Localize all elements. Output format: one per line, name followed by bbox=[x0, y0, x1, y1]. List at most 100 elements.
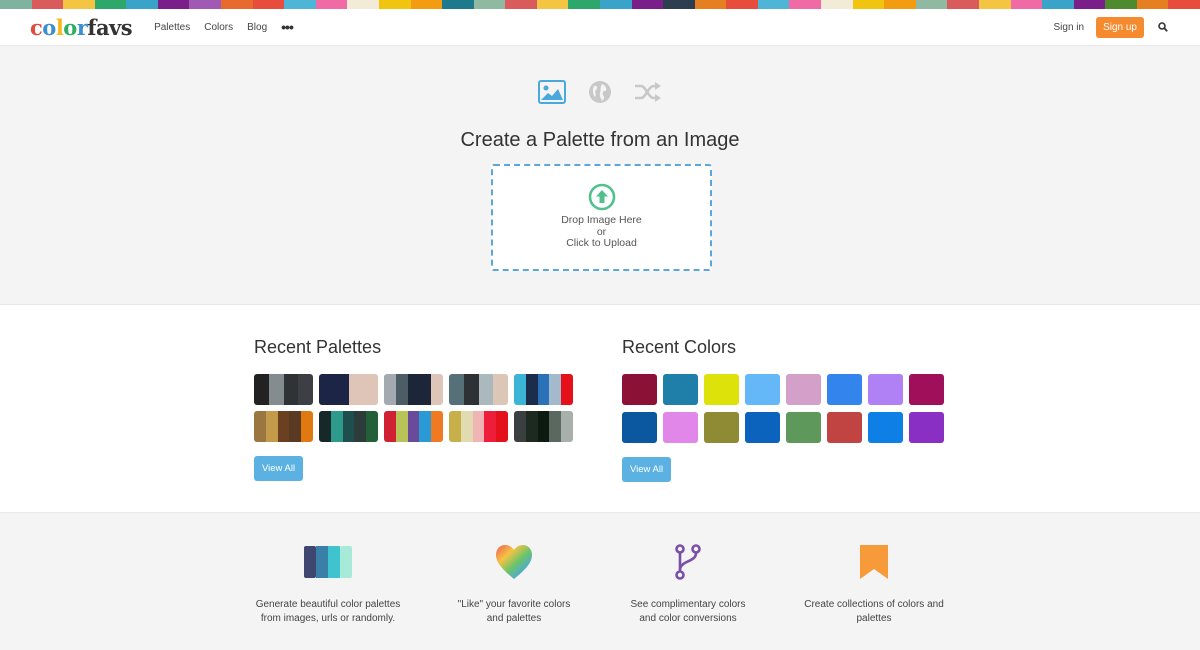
recent-colors: Recent Colors View All bbox=[622, 337, 944, 482]
stripe-segment bbox=[1073, 0, 1106, 9]
palette-card[interactable] bbox=[319, 374, 378, 405]
logo-letter: o bbox=[63, 14, 77, 40]
feature-complimentary: See complimentary colors and color conve… bbox=[608, 544, 768, 625]
globe-icon[interactable] bbox=[586, 78, 614, 106]
palette-color-segment bbox=[514, 411, 526, 442]
view-all-colors-button[interactable]: View All bbox=[622, 457, 672, 482]
palette-card[interactable] bbox=[514, 411, 573, 442]
palette-card[interactable] bbox=[384, 374, 443, 405]
stripe-segment bbox=[852, 0, 885, 9]
color-swatch[interactable] bbox=[704, 374, 739, 405]
recent-colors-title: Recent Colors bbox=[622, 337, 737, 357]
palette-color-segment bbox=[460, 411, 473, 442]
color-swatch[interactable] bbox=[704, 412, 739, 443]
more-menu-icon[interactable]: ••• bbox=[281, 19, 294, 35]
color-swatch[interactable] bbox=[909, 412, 944, 443]
sign-in-link[interactable]: Sign in bbox=[1054, 22, 1085, 33]
stripe-segment bbox=[915, 0, 948, 9]
feature-like: "Like" your favorite colors and palettes bbox=[434, 544, 594, 625]
logo-letter: f bbox=[87, 14, 96, 40]
palette-card[interactable] bbox=[254, 411, 313, 442]
color-swatch[interactable] bbox=[827, 412, 862, 443]
palette-card[interactable] bbox=[449, 374, 508, 405]
sign-up-button[interactable]: Sign up bbox=[1096, 16, 1144, 38]
feature-generate: Generate beautiful color palettes from i… bbox=[248, 544, 408, 625]
color-swatch[interactable] bbox=[663, 374, 698, 405]
palette-card[interactable] bbox=[514, 374, 573, 405]
shuffle-icon[interactable] bbox=[634, 78, 662, 106]
palette-card[interactable] bbox=[254, 374, 313, 405]
palette-color-segment bbox=[333, 374, 349, 405]
palette-card[interactable] bbox=[449, 411, 508, 442]
palette-color-segment bbox=[319, 411, 331, 442]
stripe-segment bbox=[821, 0, 853, 9]
color-swatch[interactable] bbox=[827, 374, 862, 405]
color-grid bbox=[622, 374, 944, 443]
palette-color-segment bbox=[330, 411, 343, 442]
stripe-segment bbox=[378, 0, 411, 9]
feature-text-line2: and color conversions bbox=[639, 612, 737, 624]
feature-text-line1: See complimentary colors bbox=[630, 599, 746, 610]
logo-letter: r bbox=[76, 14, 88, 40]
color-swatch[interactable] bbox=[868, 374, 903, 405]
feature-text-line1: "Like" your favorite colors bbox=[457, 599, 571, 610]
color-swatch[interactable] bbox=[909, 374, 944, 405]
palette-color-segment bbox=[561, 374, 573, 405]
stripe-segment bbox=[315, 0, 348, 9]
palette-color-segment bbox=[514, 374, 526, 405]
stripe-segment bbox=[599, 0, 632, 9]
search-icon[interactable] bbox=[1156, 20, 1170, 34]
palette-color-segment bbox=[363, 374, 378, 405]
image-icon[interactable] bbox=[538, 78, 566, 106]
stripe-segment bbox=[347, 0, 379, 9]
page-title: Create a Palette from an Image bbox=[460, 129, 740, 151]
logo-letter: s bbox=[120, 14, 133, 40]
palette-color-segment bbox=[366, 411, 378, 442]
color-swatch[interactable] bbox=[745, 374, 780, 405]
color-swatch[interactable] bbox=[868, 412, 903, 443]
palette-color-segment bbox=[348, 374, 364, 405]
palette-color-segment bbox=[431, 374, 443, 405]
color-swatch[interactable] bbox=[622, 412, 657, 443]
image-dropzone[interactable]: Drop Image Here or Click to Upload bbox=[491, 164, 712, 271]
palette-grid bbox=[254, 374, 573, 442]
stripe-segment bbox=[410, 0, 443, 9]
stripe-segment bbox=[1168, 0, 1200, 9]
color-stripe bbox=[0, 0, 1200, 9]
stripe-segment bbox=[157, 0, 190, 9]
stripe-segment bbox=[884, 0, 916, 9]
palette-card[interactable] bbox=[384, 411, 443, 442]
nav-link-blog[interactable]: Blog bbox=[247, 22, 267, 33]
rainbow-heart-icon bbox=[434, 544, 594, 580]
palette-color-segment bbox=[254, 374, 269, 405]
stripe-segment bbox=[568, 0, 600, 9]
nav-link-colors[interactable]: Colors bbox=[204, 22, 233, 33]
nav-link-palettes[interactable]: Palettes bbox=[154, 22, 190, 33]
recent-section: Recent Palettes View All Recent Colors V… bbox=[0, 305, 1200, 513]
stripe-segment bbox=[789, 0, 822, 9]
recent-palettes-title: Recent Palettes bbox=[254, 337, 382, 357]
palette-color-segment bbox=[265, 411, 278, 442]
logo-letter: v bbox=[109, 14, 121, 40]
color-swatch[interactable] bbox=[786, 412, 821, 443]
color-swatch[interactable] bbox=[622, 374, 657, 405]
stripe-segment bbox=[1136, 0, 1169, 9]
palette-color-segment bbox=[319, 374, 334, 405]
bookmark-icon bbox=[794, 544, 954, 580]
upload-arrow-icon bbox=[588, 183, 616, 211]
palette-color-segment bbox=[449, 411, 461, 442]
stripe-segment bbox=[663, 0, 695, 9]
feature-text-line2: from images, urls or randomly. bbox=[260, 612, 396, 624]
palette-card[interactable] bbox=[319, 411, 378, 442]
stripe-segment bbox=[631, 0, 664, 9]
color-swatch[interactable] bbox=[745, 412, 780, 443]
stripe-segment bbox=[63, 0, 95, 9]
stripe-segment bbox=[126, 0, 158, 9]
color-swatch[interactable] bbox=[786, 374, 821, 405]
logo-letter: a bbox=[95, 14, 110, 40]
palette-color-segment bbox=[283, 374, 299, 405]
dropzone-text-line3: Click to Upload bbox=[566, 237, 637, 249]
color-swatch[interactable] bbox=[663, 412, 698, 443]
view-all-palettes-button[interactable]: View All bbox=[254, 456, 304, 481]
site-logo[interactable]: colorfavs bbox=[30, 14, 133, 40]
